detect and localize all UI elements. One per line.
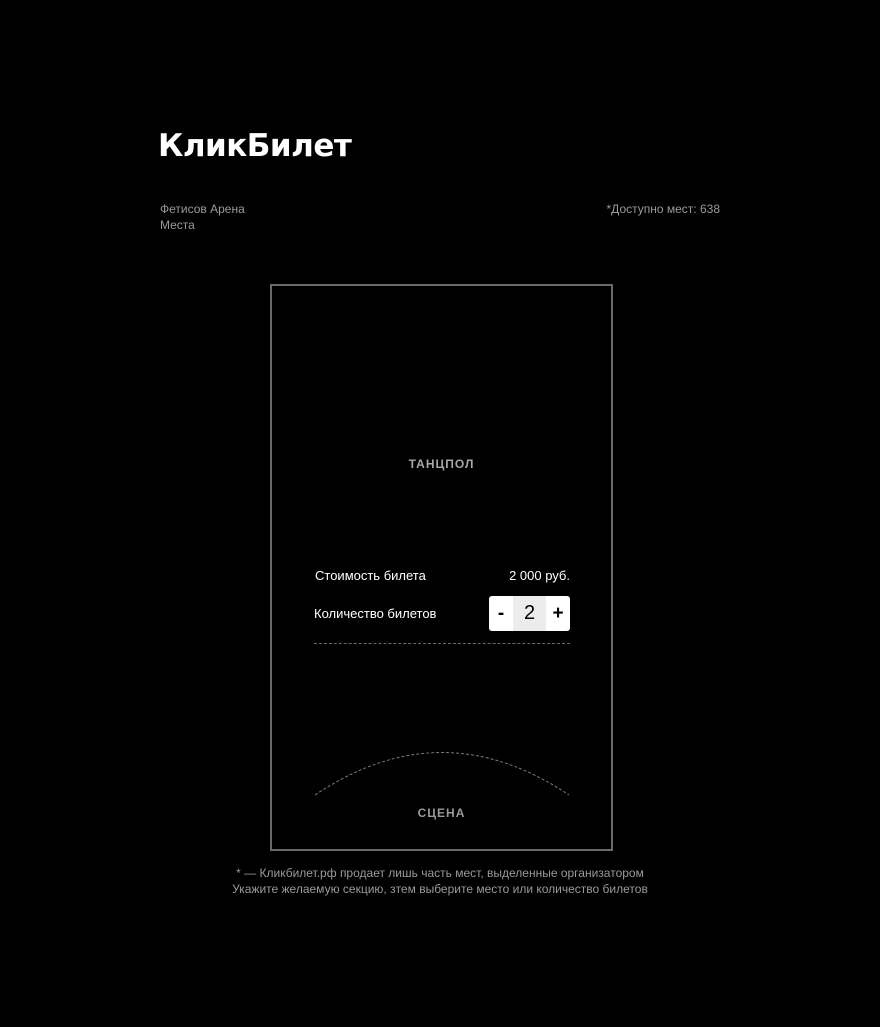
increment-button[interactable]: +	[546, 596, 570, 631]
footnote: * — Кликбилет.рф продает лишь часть мест…	[0, 865, 880, 897]
venue-info: Фетисов Арена Места	[160, 201, 245, 233]
price-row: Стоимость билета 2 000 руб.	[315, 568, 570, 583]
quantity-stepper: - 2 +	[489, 596, 570, 631]
venue-name: Фетисов Арена	[160, 202, 245, 216]
footnote-hint: Укажите желаемую секцию, зтем выберите м…	[232, 882, 648, 896]
stage-label: СЦЕНА	[417, 806, 466, 820]
quantity-label: Количество билетов	[314, 606, 437, 621]
quantity-row: Количество билетов - 2 +	[314, 596, 570, 631]
stage-arc	[314, 752, 570, 796]
section-label: Места	[160, 218, 195, 232]
dancefloor-section[interactable]: ТАНЦПОЛ	[272, 457, 611, 471]
footnote-note: * — Кликбилет.рф продает лишь часть мест…	[236, 866, 644, 880]
dashed-divider	[314, 643, 570, 644]
decrement-button[interactable]: -	[489, 596, 513, 631]
price-label: Стоимость билета	[315, 568, 426, 583]
available-seats: *Доступно мест: 638	[606, 202, 720, 216]
hall-map: ТАНЦПОЛ Стоимость билета 2 000 руб. Коли…	[270, 284, 613, 851]
quantity-value[interactable]: 2	[513, 596, 546, 631]
price-value: 2 000 руб.	[509, 568, 570, 583]
logo[interactable]: КликБилет	[158, 124, 352, 168]
